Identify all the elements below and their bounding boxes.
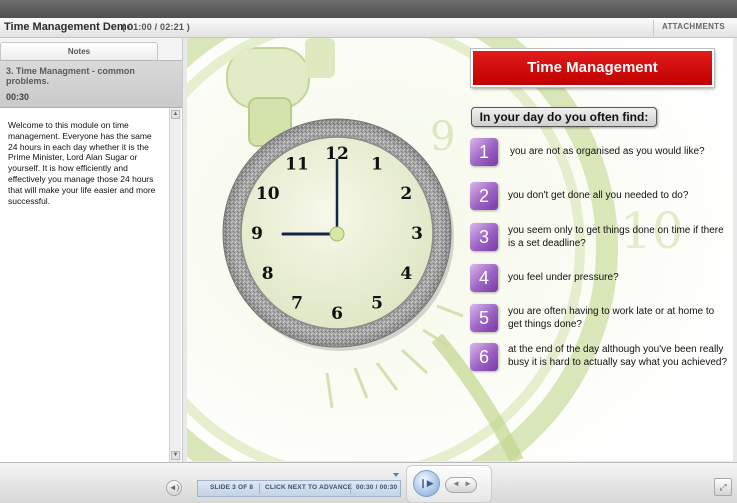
number-badge: 5: [470, 304, 498, 332]
top-bar: [0, 0, 737, 18]
scroll-down-icon[interactable]: ▼: [171, 451, 180, 460]
item-text: you don't get done all you needed to do?: [508, 190, 689, 201]
clock-numeral: 10: [256, 184, 280, 204]
play-pause-icon[interactable]: ❙▶: [413, 470, 440, 497]
notes-sidebar: Notes 3. Time Managment - common problem…: [0, 38, 183, 462]
number-badge: 3: [470, 223, 498, 251]
slide-canvas: 9 10 12 1 2 3 4 5 6 7 8 9 10 11 Time Management In …: [187, 38, 733, 461]
clock-numeral: 5: [371, 293, 383, 313]
previous-icon[interactable]: ◄: [452, 479, 460, 488]
number-badge: 6: [470, 343, 498, 371]
slide-status-strip: SLIDE 3 OF 8 CLICK NEXT TO ADVANCE 00:30…: [197, 480, 401, 497]
current-slide-info: 3. Time Managment - common problems. 00:…: [0, 60, 182, 108]
notes-text: Welcome to this module on time managemen…: [8, 120, 156, 206]
clock-numeral: 9: [251, 224, 263, 244]
slide-nav-buttons: ◄ ►: [445, 477, 477, 493]
progress-marker-icon: [393, 473, 399, 477]
elapsed-timer: ( 01:00 / 02:21 ): [122, 22, 190, 32]
slide-time: 00:30 / 00:30: [356, 484, 398, 491]
item-text: you seem only to get things done on time…: [508, 225, 724, 249]
slide-title: 3. Time Managment - common problems.: [6, 66, 135, 86]
clock-center: [329, 226, 345, 242]
item-text: you are often having to work late or at …: [508, 306, 715, 330]
attachments-button[interactable]: ATTACHMENTS: [653, 20, 737, 36]
clock-numeral: 6: [331, 304, 343, 324]
clock-numeral: 1: [371, 155, 383, 175]
player-controls: ◄) SLIDE 3 OF 8 CLICK NEXT TO ADVANCE 00…: [0, 462, 737, 503]
slide-title-banner: Time Management: [471, 49, 714, 87]
slide-counter: SLIDE 3 OF 8: [210, 484, 254, 491]
clock-numeral: 3: [411, 224, 423, 244]
advance-hint: CLICK NEXT TO ADVANCE: [265, 484, 353, 491]
notes-panel: Welcome to this module on time managemen…: [0, 108, 182, 462]
slide-duration: 00:30: [6, 92, 30, 102]
window-title: Time Management Demo: [4, 21, 134, 33]
number-badge: 1: [470, 138, 498, 166]
clock-numeral: 11: [285, 155, 309, 175]
title-bar: Time Management Demo ( 01:00 / 02:21 ) A…: [0, 18, 737, 38]
tab-notes[interactable]: Notes: [0, 42, 158, 60]
clock-numeral: 7: [291, 293, 303, 313]
clock-numeral: 4: [400, 264, 412, 284]
notes-scrollbar[interactable]: ▲ ▼: [169, 108, 181, 462]
clock-numeral: 8: [262, 264, 274, 284]
number-badge: 4: [470, 264, 498, 292]
item-text: you are not as organised as you would li…: [510, 146, 705, 157]
clock-numeral: 2: [400, 184, 412, 204]
speaker-icon[interactable]: ◄): [166, 480, 182, 496]
bg-number: 9: [430, 114, 455, 160]
item-text: at the end of the day although you've be…: [508, 344, 728, 368]
player-window: Time Management Demo ( 01:00 / 02:21 ) A…: [0, 0, 737, 503]
number-badge: 2: [470, 182, 498, 210]
item-text: you feel under pressure?: [508, 272, 619, 283]
fullscreen-icon[interactable]: ⤢: [714, 478, 732, 496]
question-heading: In your day do you often find:: [471, 107, 657, 127]
next-icon[interactable]: ►: [464, 479, 472, 488]
scroll-up-icon[interactable]: ▲: [171, 110, 180, 119]
